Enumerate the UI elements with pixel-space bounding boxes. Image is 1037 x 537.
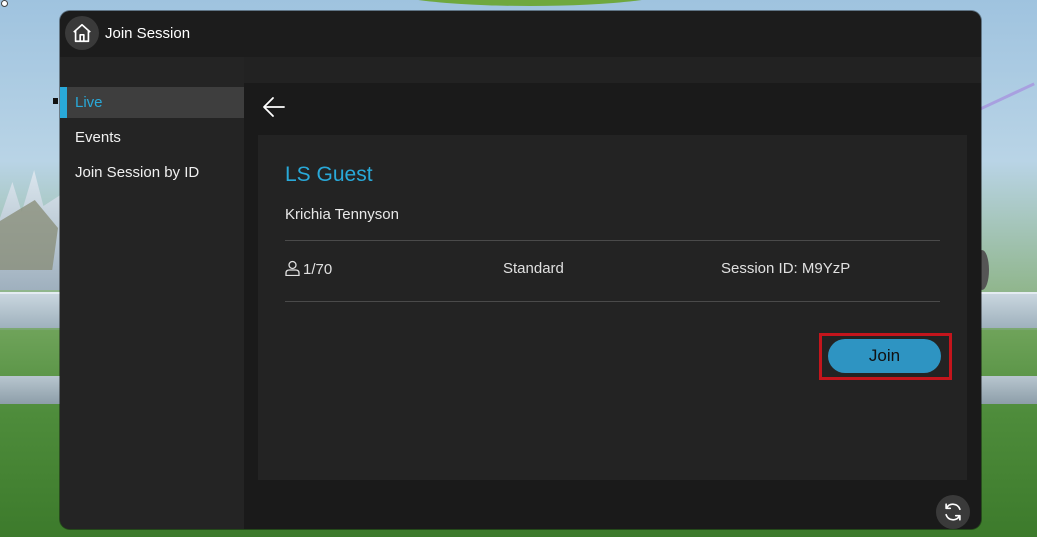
sidebar-item-live[interactable]: Live	[60, 87, 244, 118]
sidebar: Live Events Join Session by ID	[60, 57, 244, 529]
session-id: Session ID: M9YzP	[721, 260, 851, 277]
session-type: Standard	[503, 260, 564, 277]
back-arrow-icon	[263, 97, 285, 117]
session-host: Krichia Tennyson	[285, 206, 399, 223]
join-session-window: Join Session Live Events Join Session by…	[60, 11, 981, 529]
refresh-button[interactable]	[936, 495, 970, 529]
scene-beam	[979, 82, 1035, 111]
user-icon	[285, 260, 300, 276]
corner-indicator	[1, 0, 8, 7]
sidebar-item-join-by-id[interactable]: Join Session by ID	[60, 157, 244, 188]
main-content: LS Guest Krichia Tennyson 1/70 Standard …	[244, 57, 981, 529]
back-button[interactable]	[260, 95, 288, 119]
title-bar: Join Session	[60, 11, 981, 57]
session-name: LS Guest	[285, 163, 373, 186]
sidebar-item-events[interactable]: Events	[60, 122, 244, 153]
join-button[interactable]: Join	[828, 339, 941, 373]
session-card: LS Guest Krichia Tennyson 1/70 Standard …	[258, 135, 967, 480]
divider	[285, 240, 940, 241]
user-count: 1/70	[285, 260, 332, 278]
user-count-value: 1/70	[303, 261, 333, 278]
scene-disc	[380, 0, 680, 6]
content-header	[244, 57, 981, 83]
active-marker	[53, 98, 58, 104]
refresh-icon	[945, 503, 961, 521]
window-title: Join Session	[105, 25, 191, 42]
divider	[285, 301, 940, 302]
home-button[interactable]	[65, 16, 99, 50]
home-icon	[73, 23, 91, 43]
